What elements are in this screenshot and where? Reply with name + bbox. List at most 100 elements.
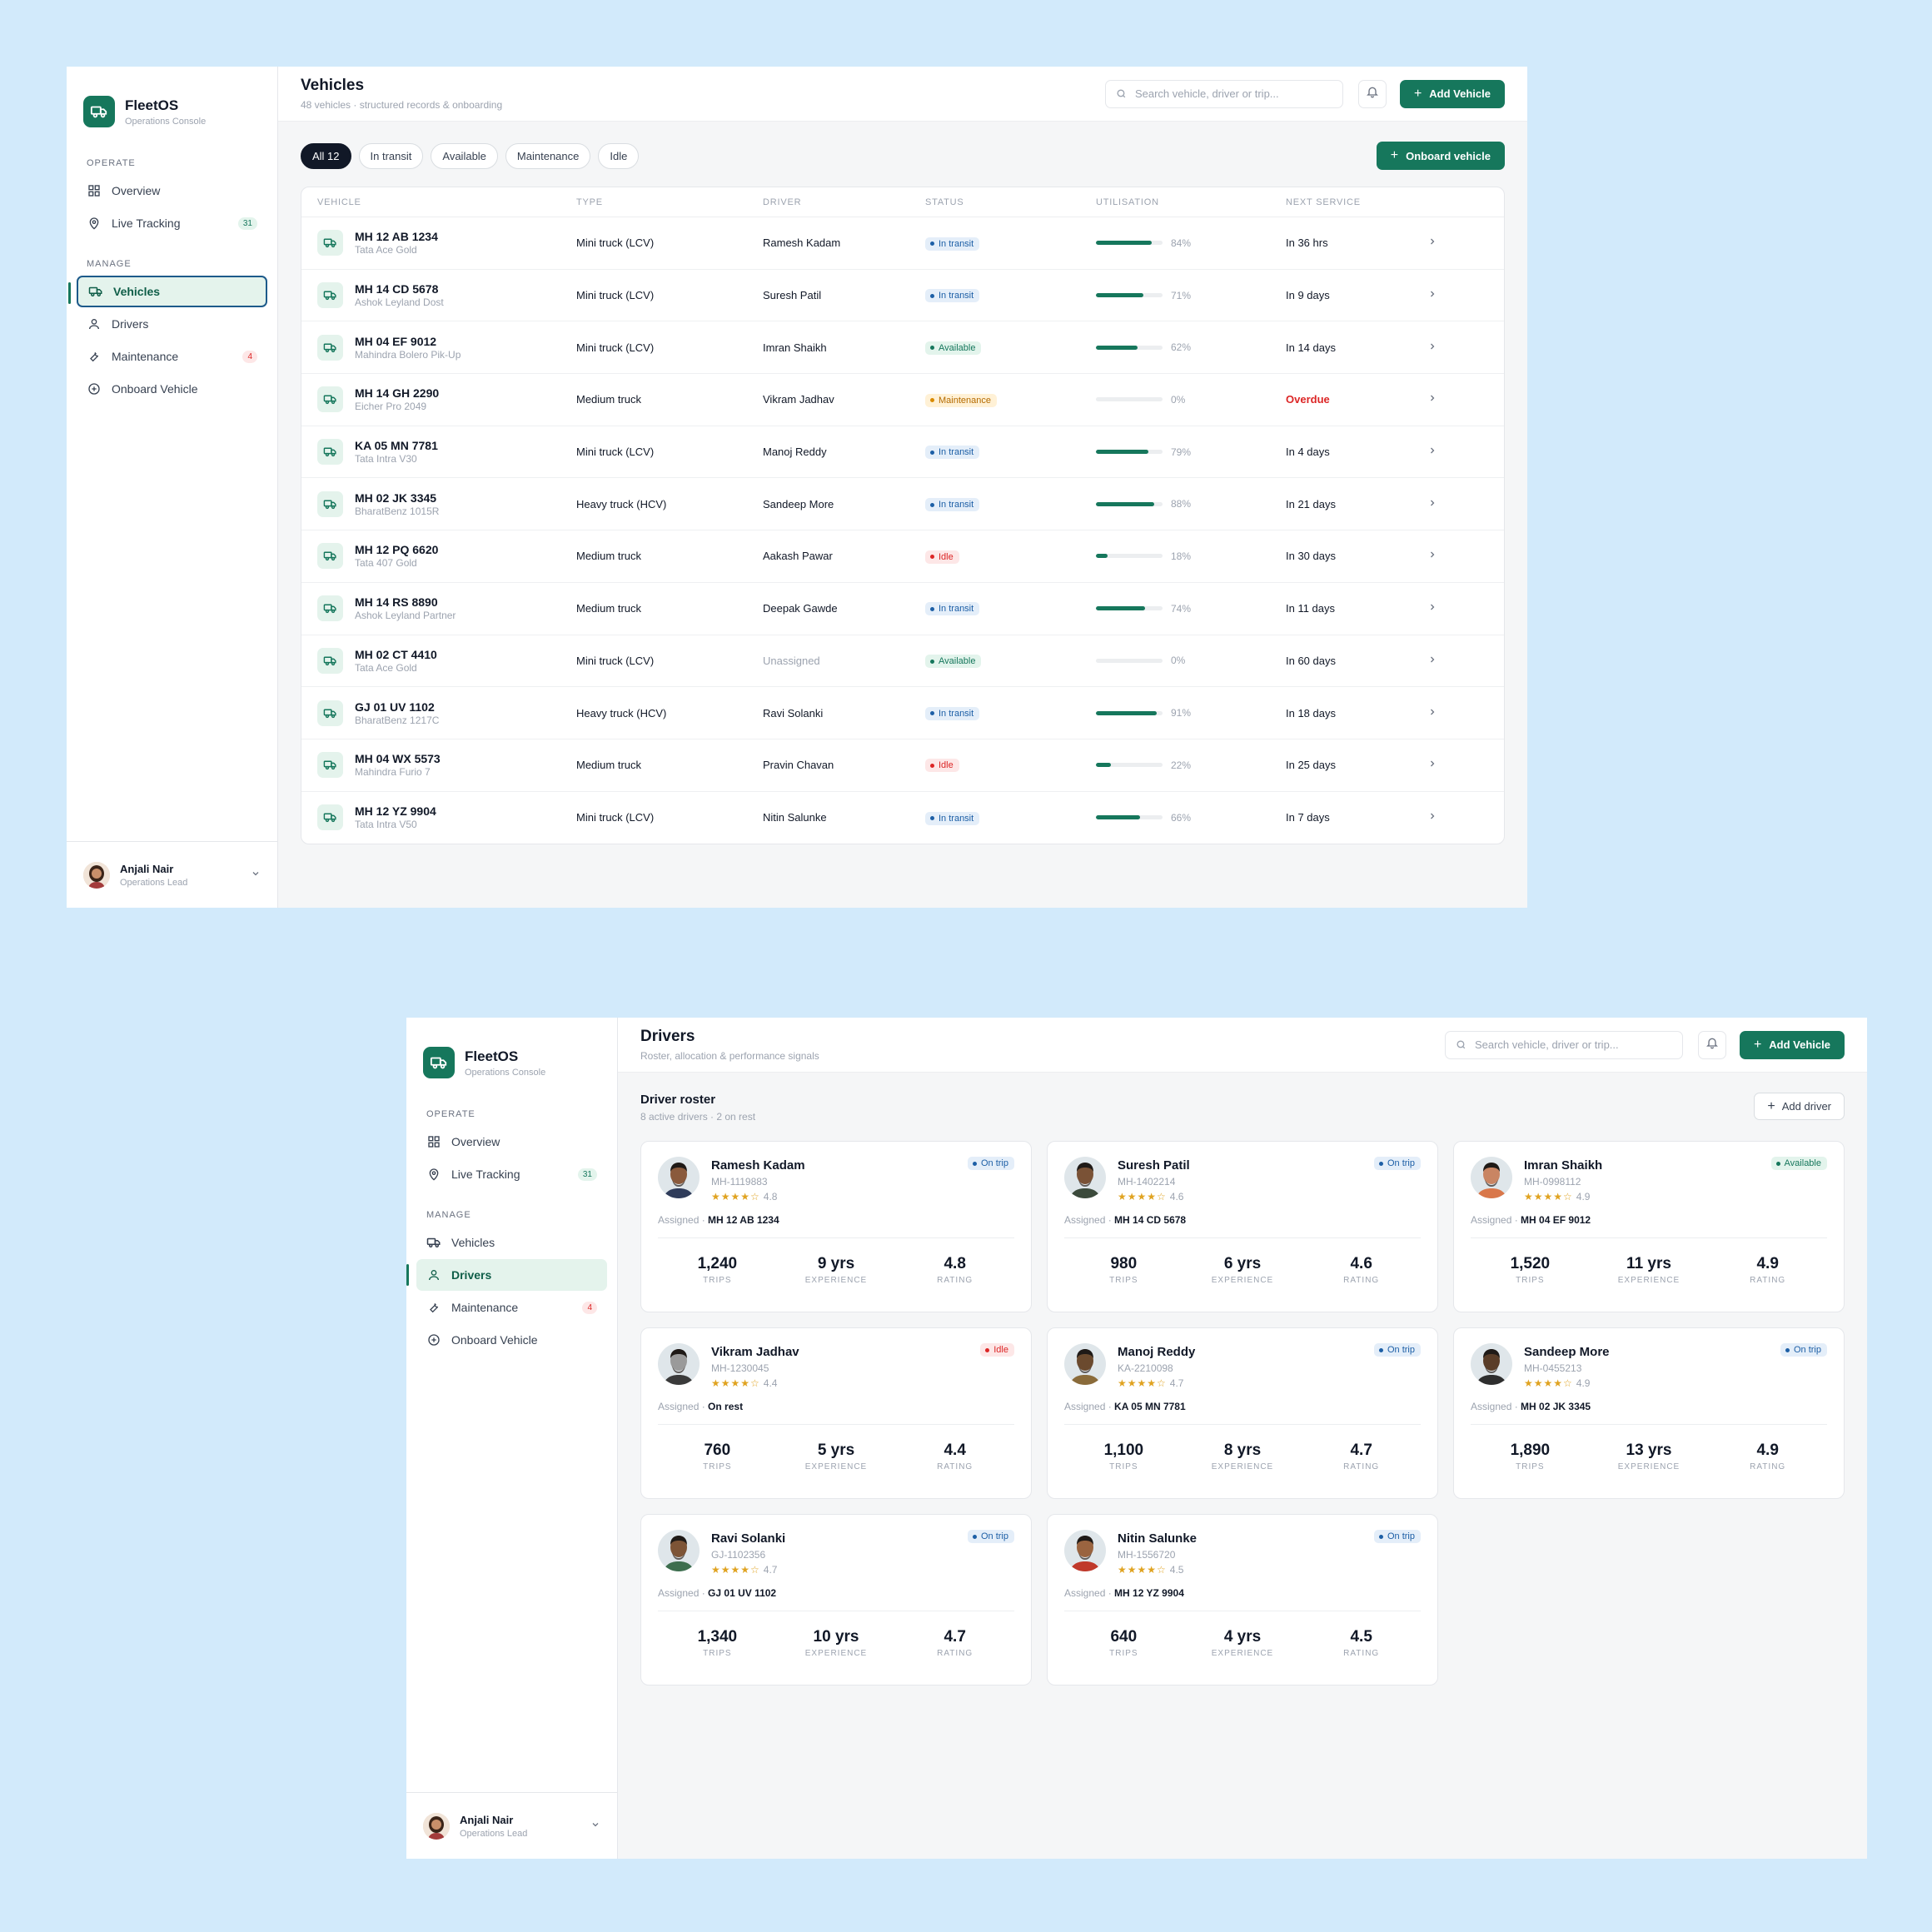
vehicle-type: Mini truck (LCV) — [576, 237, 655, 250]
filter-available[interactable]: Available — [431, 142, 498, 169]
sidebar-item-maintenance[interactable]: Maintenance 4 — [77, 341, 267, 372]
driver-card-manoj-reddy[interactable]: Manoj Reddy KA-2210098 ★★★★☆ 4.7 On trip Assi… — [1047, 1327, 1438, 1499]
column-header-next-service[interactable]: NEXT SERVICE — [1286, 197, 1427, 207]
sidebar-item-maintenance[interactable]: Maintenance 4 — [416, 1292, 607, 1323]
search-input[interactable]: Search vehicle, driver or trip... — [1104, 79, 1343, 108]
chevron-right-icon[interactable] — [1427, 655, 1461, 667]
table-row[interactable]: GJ 01 UV 1102 BharatBenz 1217C Heavy truck… — [301, 687, 1504, 739]
filter-idle[interactable]: Idle — [598, 142, 640, 169]
live-tracking-count-badge: 31 — [237, 217, 257, 230]
sidebar-item-vehicles[interactable]: Vehicles — [416, 1227, 607, 1258]
notifications-button[interactable] — [1357, 79, 1387, 108]
driver-card-sandeep-more[interactable]: Sandeep More MH-0455213 ★★★★☆ 4.9 On trip Ass… — [1453, 1327, 1845, 1499]
column-header-driver[interactable]: DRIVER — [763, 197, 925, 207]
driver-name: Vikram Jadhav — [711, 1345, 799, 1359]
table-row[interactable]: MH 14 CD 5678 Ashok Leyland Dost Mini truc… — [301, 270, 1504, 322]
sidebar-item-overview[interactable]: Overview — [77, 175, 267, 207]
table-row[interactable]: MH 14 RS 8890 Ashok Leyland Partner Medium… — [301, 583, 1504, 635]
vehicle-type: Mini truck (LCV) — [576, 289, 655, 302]
table-row[interactable]: KA 05 MN 7781 Tata Intra V30 Mini truck (L… — [301, 426, 1504, 479]
chevron-down-icon[interactable] — [251, 868, 261, 883]
brand[interactable]: FleetOS Operations Console — [67, 67, 277, 138]
user-menu[interactable]: Anjali Nair Operations Lead — [406, 1792, 617, 1859]
chevron-right-icon[interactable] — [1427, 446, 1461, 458]
table-row[interactable]: MH 02 CT 4410 Tata Ace Gold Mini truck (LC… — [301, 635, 1504, 688]
chevron-down-icon[interactable] — [590, 1819, 600, 1834]
sidebar-item-onboard-vehicle[interactable]: Onboard Vehicle — [416, 1324, 607, 1356]
column-header-utilisation[interactable]: UTILISATION — [1096, 197, 1286, 207]
table-row[interactable]: MH 04 WX 5573 Mahindra Furio 7 Medium truc… — [301, 739, 1504, 792]
chevron-right-icon[interactable] — [1427, 237, 1461, 249]
status-label: On trip — [1387, 1345, 1415, 1355]
status-dot — [972, 1161, 977, 1166]
status-label: In transit — [939, 604, 974, 615]
filter-all[interactable]: All 12 — [301, 142, 351, 169]
onboard-vehicle-button[interactable]: + Onboard vehicle — [1376, 142, 1505, 170]
utilisation-bar — [1096, 345, 1163, 350]
utilisation-cell: 62% — [1096, 341, 1286, 353]
table-row[interactable]: MH 12 AB 1234 Tata Ace Gold Mini truck (LC… — [301, 217, 1504, 270]
truck-icon — [317, 752, 343, 779]
status-dot — [930, 659, 934, 664]
driver-card-nitin-salunke[interactable]: Nitin Salunke MH-1556720 ★★★★☆ 4.5 On trip As… — [1047, 1514, 1438, 1686]
notifications-button[interactable] — [1697, 1030, 1726, 1059]
filter-in-transit[interactable]: In transit — [358, 142, 424, 169]
chevron-right-icon[interactable] — [1427, 811, 1461, 824]
filter-maintenance[interactable]: Maintenance — [505, 142, 591, 169]
search-input[interactable]: Search vehicle, driver or trip... — [1444, 1030, 1683, 1059]
stat-experience-label: EXPERIENCE — [804, 1276, 868, 1285]
user-menu[interactable]: Anjali Nair Operations Lead — [67, 841, 277, 908]
assigned-line: Assigned · MH 04 EF 9012 — [1471, 1214, 1827, 1238]
chevron-right-icon[interactable] — [1427, 341, 1461, 354]
table-row[interactable]: MH 12 PQ 6620 Tata 407 Gold Medium truck Aa… — [301, 530, 1504, 583]
column-header-type[interactable]: TYPE — [576, 197, 763, 207]
table-row[interactable]: MH 14 GH 2290 Eicher Pro 2049 Medium truck… — [301, 374, 1504, 426]
section-label-manage: MANAGE — [426, 1210, 471, 1220]
add-vehicle-button[interactable]: + Add Vehicle — [1399, 79, 1505, 108]
chevron-right-icon[interactable] — [1427, 498, 1461, 510]
chevron-right-icon[interactable] — [1427, 759, 1461, 771]
chevron-right-icon[interactable] — [1427, 602, 1461, 615]
driver-card-vikram-jadhav[interactable]: Vikram Jadhav MH-1230045 ★★★★☆ 4.4 Idle Assig… — [640, 1327, 1032, 1499]
vehicle-type: Medium truck — [576, 602, 642, 615]
drivers-window: FleetOS Operations Console OPERATE Overv… — [406, 1018, 1867, 1859]
status-cell: In transit — [925, 810, 1096, 825]
chevron-right-icon[interactable] — [1427, 550, 1461, 562]
sidebar-item-drivers[interactable]: Drivers — [77, 308, 267, 340]
table-row[interactable]: MH 02 JK 3345 BharatBenz 1015R Heavy truck… — [301, 478, 1504, 531]
column-header-vehicle[interactable]: VEHICLE — [301, 197, 576, 207]
driver-card-ravi-solanki[interactable]: Ravi Solanki GJ-1102356 ★★★★☆ 4.7 On trip Ass… — [640, 1514, 1032, 1686]
sidebar-item-live-tracking[interactable]: Live Tracking 31 — [77, 207, 267, 239]
table-row[interactable]: MH 04 EF 9012 Mahindra Bolero Pik-Up Mini … — [301, 321, 1504, 375]
driver-card-suresh-patil[interactable]: Suresh Patil MH-1402214 ★★★★☆ 4.6 On trip Ass… — [1047, 1141, 1438, 1312]
driver-card-ramesh-kadam[interactable]: Ramesh Kadam MH-1119883 ★★★★☆ 4.8 On trip Ass… — [640, 1141, 1032, 1312]
sidebar-item-overview[interactable]: Overview — [416, 1126, 607, 1158]
column-header-status[interactable]: STATUS — [925, 197, 1096, 207]
add-vehicle-button[interactable]: + Add Vehicle — [1739, 1030, 1845, 1059]
sidebar-item-onboard-vehicle[interactable]: Onboard Vehicle — [77, 373, 267, 405]
chevron-right-icon[interactable] — [1427, 707, 1461, 720]
brand[interactable]: FleetOS Operations Console — [406, 1018, 617, 1089]
roster-title: Driver roster — [640, 1093, 716, 1107]
status-dot — [930, 816, 934, 821]
status-label: On trip — [1387, 1531, 1415, 1541]
star-rating-icon: ★★★★☆ 4.8 — [711, 1191, 778, 1203]
sidebar-item-drivers[interactable]: Drivers — [406, 1259, 607, 1291]
stat-rating-label: RATING — [1750, 1462, 1786, 1471]
chevron-right-icon[interactable] — [1427, 393, 1461, 406]
vehicle-plate: MH 12 YZ 9904 — [355, 804, 436, 819]
status-badge: On trip — [967, 1157, 1014, 1170]
driver-rating-small: 4.5 — [1169, 1564, 1184, 1576]
table-row[interactable]: MH 12 YZ 9904 Tata Intra V50 Mini truck (L… — [301, 792, 1504, 844]
add-driver-button[interactable]: + Add driver — [1754, 1093, 1845, 1120]
driver-card-imran-shaikh[interactable]: Imran Shaikh MH-0998112 ★★★★☆ 4.9 Available A… — [1453, 1141, 1845, 1312]
truck-icon — [317, 439, 343, 466]
sidebar-item-vehicles[interactable]: Vehicles — [68, 276, 267, 307]
utilisation-bar-fill — [1096, 501, 1155, 506]
stat-experience-value: 4 yrs — [1223, 1628, 1262, 1646]
status-badge: On trip — [1373, 1530, 1421, 1543]
truck-icon — [317, 386, 343, 413]
utilisation-cell: 22% — [1096, 759, 1286, 771]
sidebar-item-live-tracking[interactable]: Live Tracking 31 — [416, 1158, 607, 1190]
chevron-right-icon[interactable] — [1427, 289, 1461, 301]
